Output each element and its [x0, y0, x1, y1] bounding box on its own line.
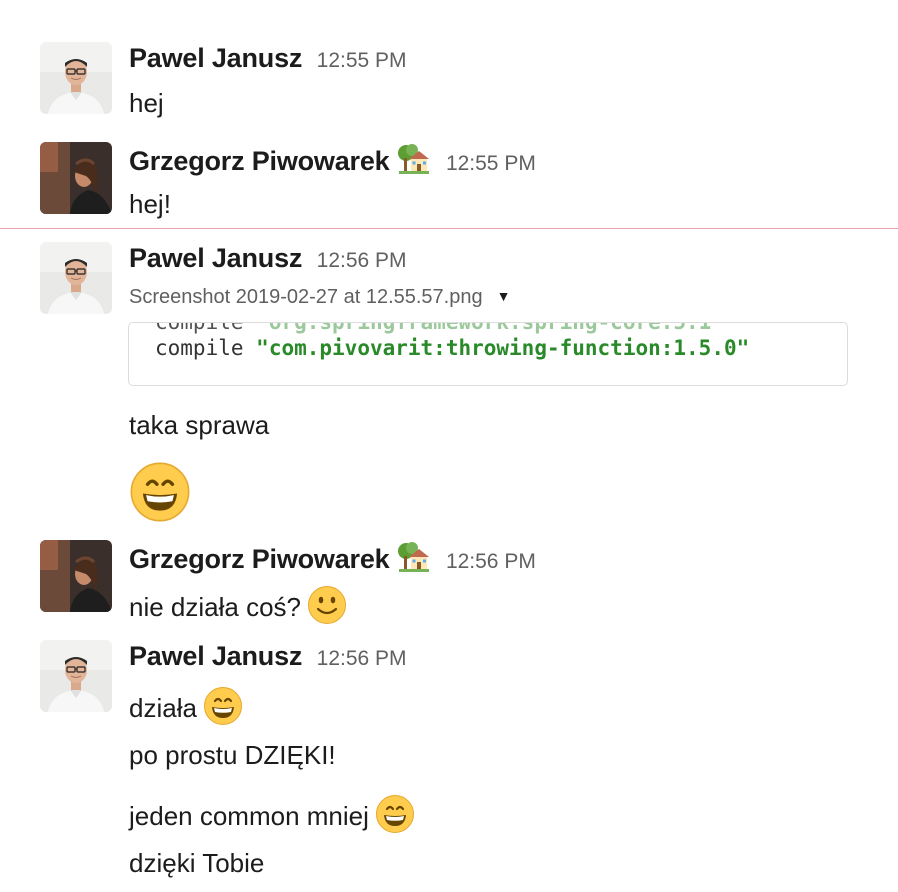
slightly-smiling-face-icon[interactable] [307, 585, 347, 625]
code-line-cropped: compile "org.springframework:spring-core… [155, 322, 712, 334]
author-name[interactable]: Grzegorz Piwowarek [129, 146, 390, 176]
message-text: nie działa coś? [129, 585, 347, 625]
message-timestamp[interactable]: 12:55 PM [446, 152, 536, 175]
message-timestamp[interactable]: 12:55 PM [317, 49, 407, 72]
avatar[interactable] [40, 540, 112, 612]
attachment-filename[interactable]: Screenshot 2019-02-27 at 12.55.57.png [129, 286, 483, 308]
chevron-down-icon[interactable]: ▼ [497, 288, 511, 304]
house-with-garden-icon[interactable] [397, 143, 431, 175]
avatar[interactable] [40, 142, 112, 214]
code-line: compile "com.pivovarit:throwing-function… [155, 336, 749, 360]
code-keyword: compile [155, 336, 244, 360]
avatar[interactable] [40, 242, 112, 314]
grinning-face-icon[interactable] [375, 794, 415, 834]
author-name[interactable]: Grzegorz Piwowarek [129, 544, 390, 574]
message-timestamp[interactable]: 12:56 PM [317, 249, 407, 272]
message-text: po prostu DZIĘKI! [129, 740, 336, 770]
message-text: jeden common mniej [129, 794, 415, 834]
code-string: "com.pivovarit:throwing-function:1.5.0" [256, 336, 750, 360]
author-name[interactable]: Pawel Janusz [129, 243, 302, 273]
grinning-face-icon[interactable] [203, 686, 243, 726]
message-text: hej [129, 88, 164, 118]
attachment-title: Screenshot 2019-02-27 at 12.55.57.png ▼ [129, 286, 510, 309]
message-timestamp[interactable]: 12:56 PM [446, 550, 536, 573]
author-name[interactable]: Pawel Janusz [129, 641, 302, 671]
image-attachment-preview[interactable]: compile "org.springframework:spring-core… [128, 322, 848, 386]
grinning-face-icon[interactable] [129, 461, 191, 523]
new-messages-divider [0, 228, 898, 229]
message-text: działa [129, 686, 243, 726]
author-name[interactable]: Pawel Janusz [129, 43, 302, 73]
house-with-garden-icon[interactable] [397, 541, 431, 573]
message-text: taka sprawa [129, 410, 270, 440]
avatar[interactable] [40, 640, 112, 712]
message-text: dzięki Tobie [129, 848, 265, 878]
message-text: hej! [129, 189, 171, 219]
message-timestamp[interactable]: 12:56 PM [317, 647, 407, 670]
avatar[interactable] [40, 42, 112, 114]
